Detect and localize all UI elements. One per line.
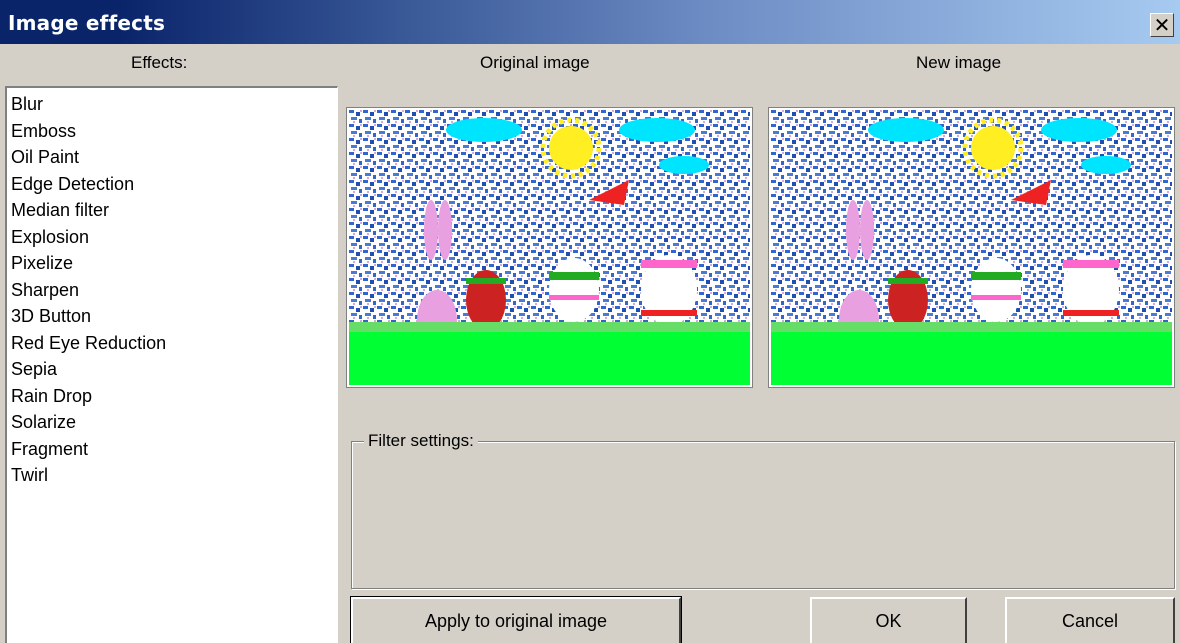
original-image-canvas: [349, 110, 750, 385]
cancel-button[interactable]: Cancel: [1005, 597, 1175, 643]
effect-item[interactable]: Median filter: [11, 197, 337, 224]
effect-item[interactable]: Oil Paint: [11, 144, 337, 171]
new-image-label: New image: [916, 53, 1002, 72]
new-image-preview: [768, 107, 1175, 388]
window-title: Image effects: [8, 11, 166, 35]
effect-item[interactable]: Solarize: [11, 409, 337, 436]
effect-item[interactable]: Explosion: [11, 224, 337, 251]
effect-item[interactable]: Sharpen: [11, 277, 337, 304]
effect-item[interactable]: 3D Button: [11, 303, 337, 330]
original-image-preview: [346, 107, 753, 388]
title-bar: Image effects ✕: [0, 0, 1180, 44]
effect-item[interactable]: Blur: [11, 91, 337, 118]
ok-button[interactable]: OK: [810, 597, 967, 643]
original-image-label: Original image: [480, 53, 590, 72]
filter-settings-label: Filter settings:: [364, 431, 478, 451]
effect-item[interactable]: Edge Detection: [11, 171, 337, 198]
effect-item[interactable]: Rain Drop: [11, 383, 337, 410]
apply-to-original-button[interactable]: Apply to original image: [350, 596, 682, 643]
close-icon: ✕: [1153, 13, 1171, 37]
effect-item[interactable]: Red Eye Reduction: [11, 330, 337, 357]
new-image-canvas: [771, 110, 1172, 385]
filter-settings-group: Filter settings:: [351, 431, 1175, 589]
effect-item[interactable]: Sepia: [11, 356, 337, 383]
effects-label: Effects:: [131, 53, 188, 72]
effects-listbox[interactable]: Blur Emboss Oil Paint Edge Detection Median …: [5, 86, 338, 643]
effect-item[interactable]: Emboss: [11, 118, 337, 145]
effect-item[interactable]: Pixelize: [11, 250, 337, 277]
effect-item[interactable]: Twirl: [11, 462, 337, 489]
effect-item[interactable]: Fragment: [11, 436, 337, 463]
close-button[interactable]: ✕: [1150, 13, 1174, 37]
